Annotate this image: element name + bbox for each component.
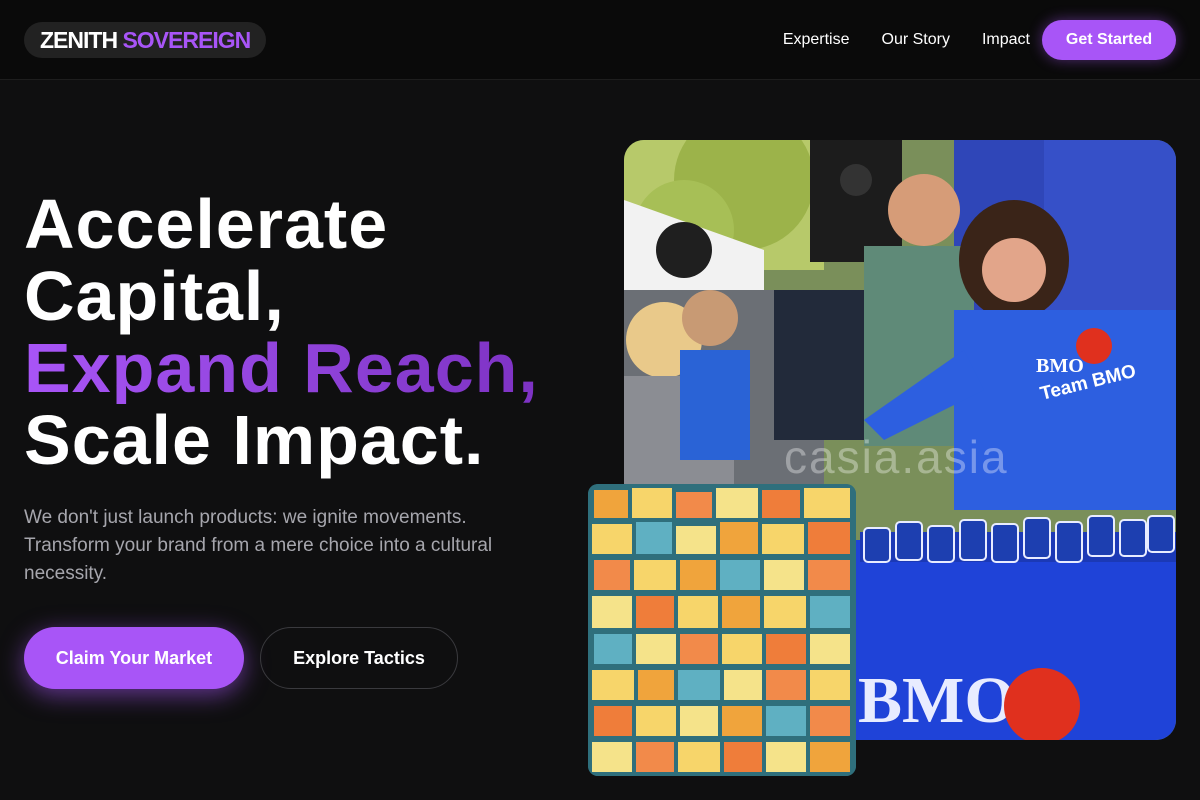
headline-accent-line: Expand Reach, <box>24 332 584 404</box>
table-brand-text: BMO <box>858 664 1016 737</box>
claim-your-market-button[interactable]: Claim Your Market <box>24 627 244 689</box>
get-started-button[interactable]: Get Started <box>1042 20 1176 60</box>
hero-subtext: We don't just launch products: we ignite… <box>24 507 493 584</box>
nav-link-expertise[interactable]: Expertise <box>783 30 850 50</box>
headline-line-2: Capital, <box>24 257 285 335</box>
sticky-notes-illustration <box>588 484 856 776</box>
logo-word-2: SOVEREIGN <box>122 27 251 53</box>
headline-line-1: Accelerate <box>24 185 389 263</box>
photo-watermark: casia.asia <box>784 431 1009 483</box>
top-nav-bar: ZENITH SOVEREIGN Expertise Our Story Imp… <box>0 0 1200 80</box>
headline-line-4: Scale Impact. <box>24 401 485 479</box>
main-nav: Expertise Our Story Impact <box>783 30 1030 50</box>
sticky-notes-photo <box>588 484 856 776</box>
brand-logo[interactable]: ZENITH SOVEREIGN <box>24 22 267 58</box>
explore-tactics-button[interactable]: Explore Tactics <box>260 627 458 689</box>
nav-link-our-story[interactable]: Our Story <box>882 30 950 50</box>
logo-word-1: ZENITH <box>40 27 118 53</box>
shirt-brand-text: BMO <box>1036 355 1084 377</box>
hero-headline: Accelerate Capital, Expand Reach, Scale … <box>24 188 584 476</box>
nav-link-impact[interactable]: Impact <box>982 30 1030 50</box>
